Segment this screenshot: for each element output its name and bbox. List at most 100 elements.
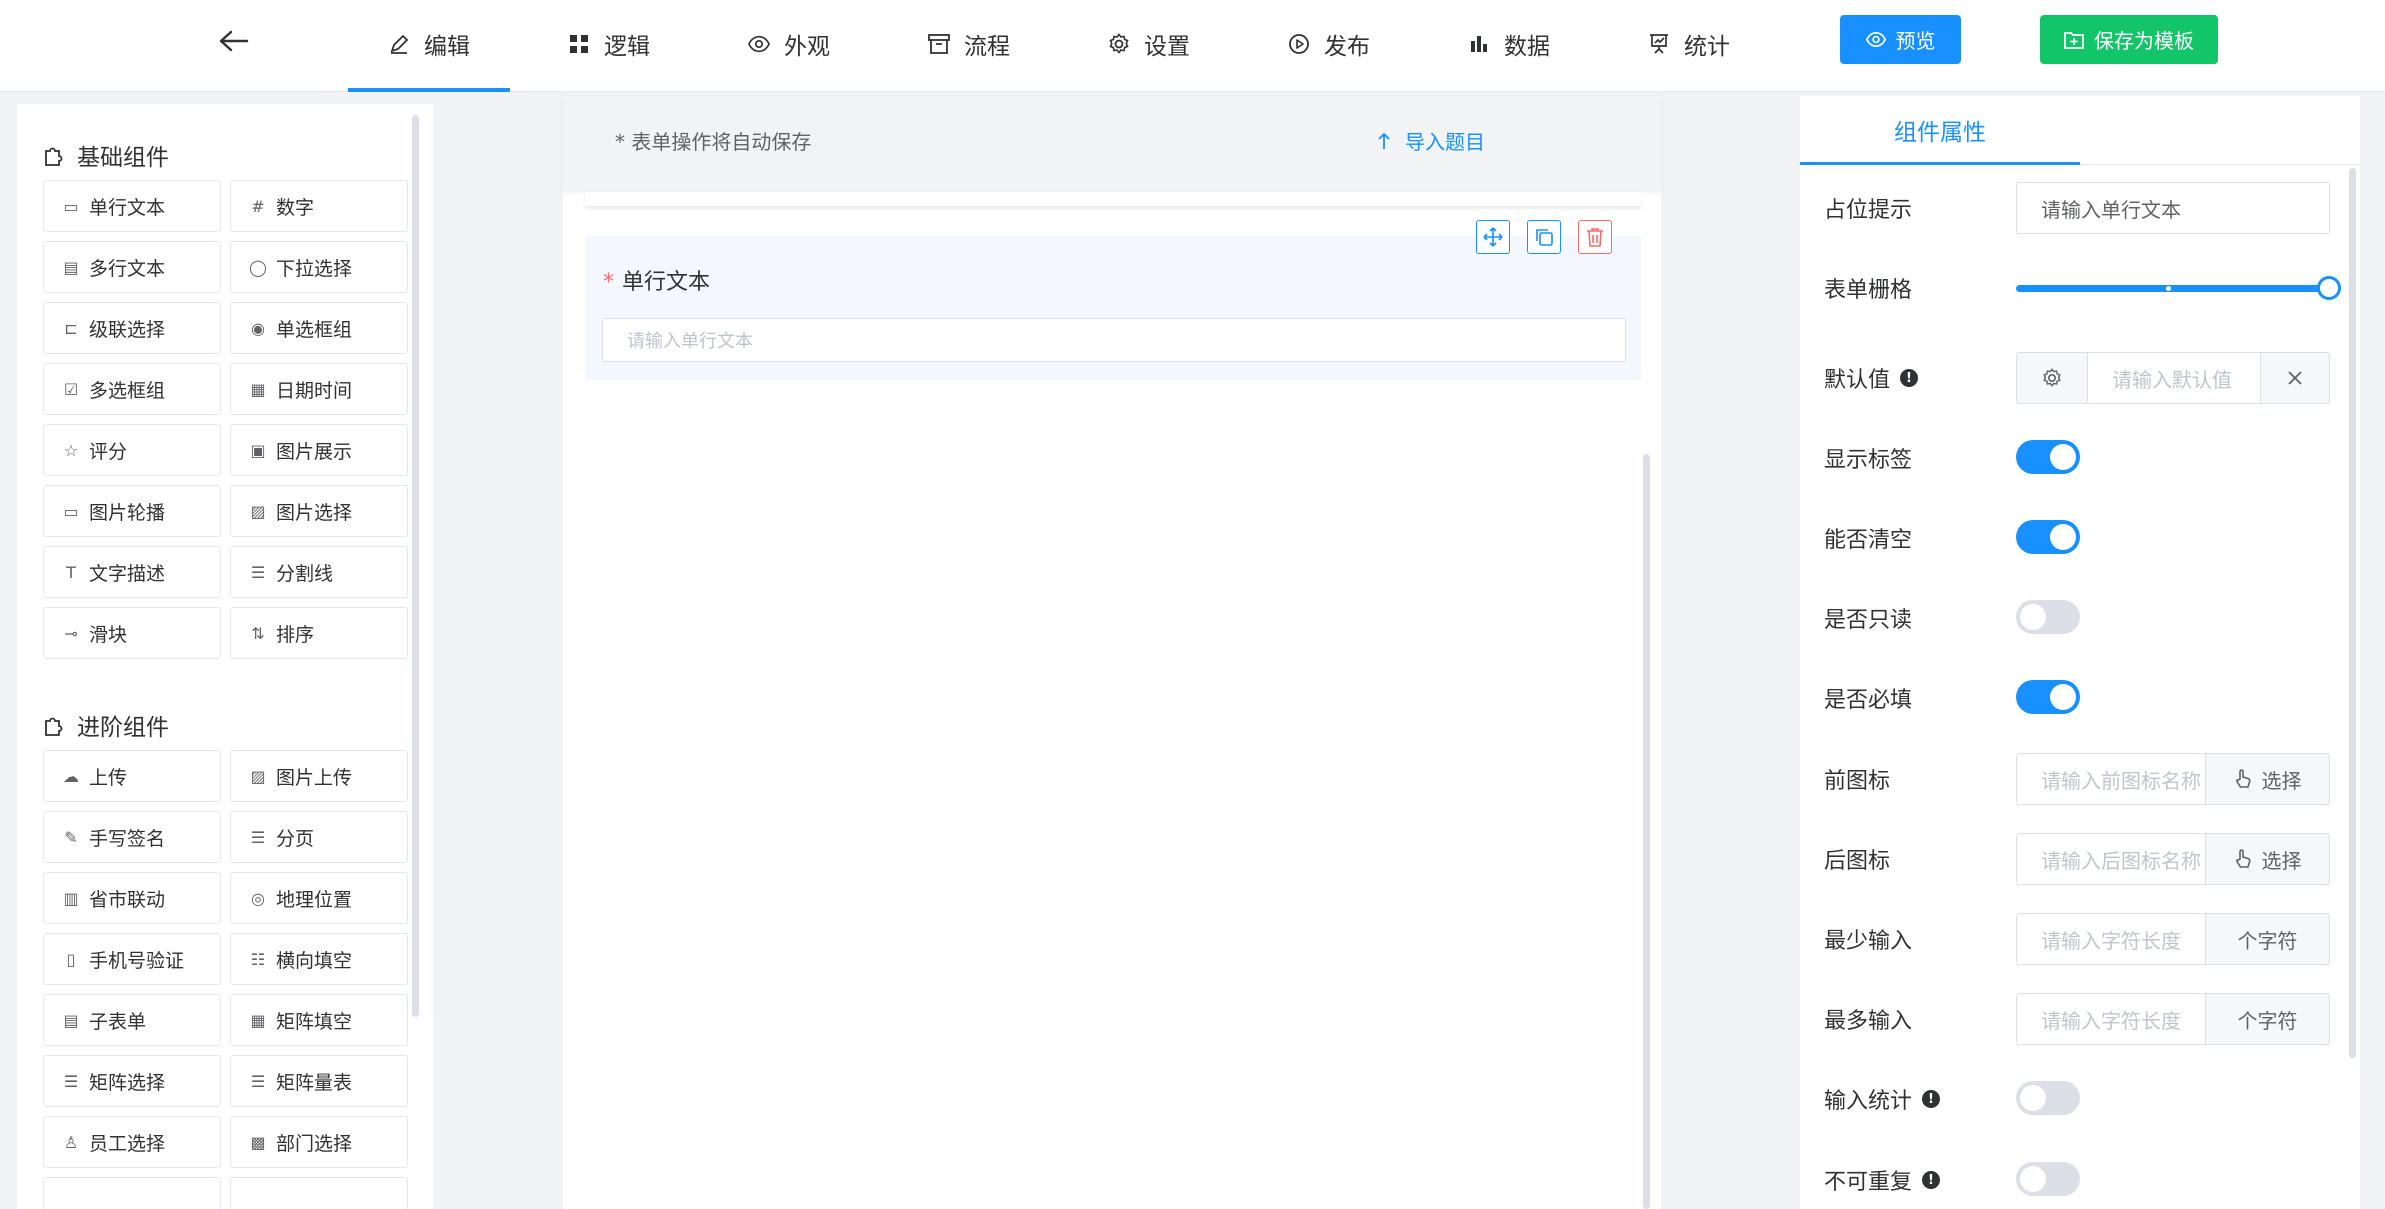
prop-label: 占位提示	[1824, 198, 1913, 223]
trash-icon	[1587, 228, 1603, 247]
component-partial[interactable]	[43, 1177, 221, 1209]
save-as-template-button[interactable]: 保存为模板	[2040, 15, 2218, 64]
default-value-input[interactable]: 请输入默认值	[2087, 352, 2261, 404]
carousel-icon: ▭	[63, 501, 79, 521]
form-field-single-line[interactable]: * 单行文本 请输入单行文本	[585, 236, 1641, 380]
palette-scrollbar[interactable]	[412, 115, 419, 1017]
component-item[interactable]: # 数字	[230, 180, 408, 232]
component-item[interactable]: ☰ 分割线	[230, 546, 408, 598]
component-item[interactable]: ☷ 横向填空	[230, 933, 408, 985]
component-label: 文字描述	[89, 562, 166, 585]
component-item[interactable]: ▦ 日期时间	[230, 363, 408, 415]
component-label: 手机号验证	[89, 949, 185, 972]
component-label: 分页	[276, 827, 315, 850]
properties-scrollbar[interactable]	[2349, 168, 2356, 1058]
component-item[interactable]: ◉ 单选框组	[230, 302, 408, 354]
nav-tab-logic[interactable]: 逻辑	[528, 0, 690, 88]
copy-field-button[interactable]	[1527, 220, 1561, 254]
top-toolbar: 编辑 逻辑 外观 流程 设置 发布 数据 统计 预览 保存为模板	[0, 0, 2385, 92]
component-item[interactable]: ▯ 手机号验证	[43, 933, 221, 985]
gear-icon	[1108, 33, 1130, 55]
component-item[interactable]: ◎ 地理位置	[230, 872, 408, 924]
radio-icon: ◉	[251, 318, 265, 338]
slider-track	[2016, 285, 2330, 292]
component-item[interactable]: ▦ 矩阵填空	[230, 994, 408, 1046]
max-length-input[interactable]: 请输入字符长度	[2016, 993, 2206, 1045]
info-icon[interactable]: !	[1922, 1090, 1941, 1108]
nav-tab-data[interactable]: 数据	[1428, 0, 1590, 88]
unique-toggle[interactable]	[2016, 1162, 2080, 1196]
basic-components-title: 基础组件	[43, 138, 169, 172]
slider-thumb[interactable]	[2317, 276, 2341, 300]
clearable-toggle[interactable]	[2016, 520, 2080, 554]
tab-component-properties[interactable]: 组件属性	[1800, 96, 2080, 165]
prop-label: 是否必填	[1824, 688, 1913, 713]
component-label: 下拉选择	[276, 257, 353, 280]
component-item[interactable]: ▨ 图片上传	[230, 750, 408, 802]
prop-label: 能否清空	[1824, 528, 1913, 553]
component-item[interactable]: ▭ 图片轮播	[43, 485, 221, 537]
component-item[interactable]: ☰ 矩阵量表	[230, 1055, 408, 1107]
info-icon[interactable]: !	[1900, 369, 1919, 387]
component-label: 日期时间	[276, 379, 353, 402]
suffix-icon-input[interactable]: 请输入后图标名称	[2016, 833, 2206, 885]
component-item[interactable]: ▩ 部门选择	[230, 1116, 408, 1168]
nav-tab-publish[interactable]: 发布	[1248, 0, 1410, 88]
default-value-settings-button[interactable]	[2016, 352, 2088, 404]
component-item[interactable]: ♙ 员工选择	[43, 1116, 221, 1168]
delete-field-button[interactable]	[1578, 220, 1612, 254]
component-item[interactable]: ▣ 图片展示	[230, 424, 408, 476]
field-preview-input[interactable]: 请输入单行文本	[602, 318, 1626, 362]
back-button[interactable]	[213, 20, 255, 62]
grid-slider[interactable]	[2016, 262, 2341, 314]
nav-tab-edit[interactable]: 编辑	[348, 0, 510, 92]
component-partial[interactable]	[230, 1177, 408, 1209]
component-item[interactable]: ☆ 评分	[43, 424, 221, 476]
star-icon: ☆	[63, 440, 79, 460]
matrix-scale-icon: ☰	[250, 1071, 266, 1091]
min-length-input[interactable]: 请输入字符长度	[2016, 913, 2206, 965]
prefix-icon-select-button[interactable]: 选择	[2205, 753, 2330, 805]
component-item[interactable]: ⊸ 滑块	[43, 607, 221, 659]
nav-tab-stats[interactable]: 统计	[1608, 0, 1770, 88]
nav-tab-settings[interactable]: 设置	[1068, 0, 1230, 88]
component-item[interactable]: ✎ 手写签名	[43, 811, 221, 863]
readonly-toggle[interactable]	[2016, 600, 2080, 634]
image-upload-icon: ▨	[250, 766, 266, 786]
input-count-toggle[interactable]	[2016, 1081, 2080, 1115]
component-item[interactable]: ⊏ 级联选择	[43, 302, 221, 354]
component-label: 数字	[276, 196, 315, 219]
move-field-button[interactable]	[1476, 220, 1510, 254]
component-item[interactable]: ▭ 单行文本	[43, 180, 221, 232]
required-toggle[interactable]	[2016, 680, 2080, 714]
nav-tab-appearance[interactable]: 外观	[708, 0, 870, 88]
component-label: 矩阵选择	[89, 1071, 166, 1094]
component-label: 分割线	[276, 562, 334, 585]
placeholder-input[interactable]: 请输入单行文本	[2016, 182, 2330, 234]
component-label: 滑块	[89, 623, 128, 646]
component-item[interactable]: ▨ 图片选择	[230, 485, 408, 537]
component-item[interactable]: ☰ 矩阵选择	[43, 1055, 221, 1107]
component-item[interactable]: ☑ 多选框组	[43, 363, 221, 415]
component-item[interactable]: ▤ 子表单	[43, 994, 221, 1046]
component-palette: 基础组件 ▭ 单行文本 # 数字 ▤ 多行文本 ◯ 下拉选择 ⊏ 级联选择 ◉ 单选框组 ☑ 多选框组 ▦ 日…	[17, 104, 433, 1209]
prefix-icon-input[interactable]: 请输入前图标名称	[2016, 753, 2206, 805]
component-item[interactable]: ⇅ 排序	[230, 607, 408, 659]
prop-row-min-length: 最少输入 请输入字符长度 个字符	[1800, 913, 2360, 965]
component-item[interactable]: ☰ 分页	[230, 811, 408, 863]
suffix-icon-select-button[interactable]: 选择	[2205, 833, 2330, 885]
autosave-bar: * 表单操作将自动保存 导入题目	[563, 96, 1661, 190]
clear-default-button[interactable]	[2260, 352, 2330, 404]
canvas-scrollbar[interactable]	[1643, 454, 1650, 1209]
component-item[interactable]: T 文字描述	[43, 546, 221, 598]
nav-tab-flow[interactable]: 流程	[888, 0, 1050, 88]
component-item[interactable]: ☁ 上传	[43, 750, 221, 802]
component-item[interactable]: ▥ 省市联动	[43, 872, 221, 924]
preview-button[interactable]: 预览	[1840, 15, 1961, 64]
show-label-toggle[interactable]	[2016, 440, 2080, 474]
info-icon[interactable]: !	[1922, 1171, 1941, 1189]
nav-tab-label: 逻辑	[604, 34, 650, 60]
component-item[interactable]: ◯ 下拉选择	[230, 241, 408, 293]
import-questions-button[interactable]: 导入题目	[1377, 126, 1485, 155]
component-item[interactable]: ▤ 多行文本	[43, 241, 221, 293]
